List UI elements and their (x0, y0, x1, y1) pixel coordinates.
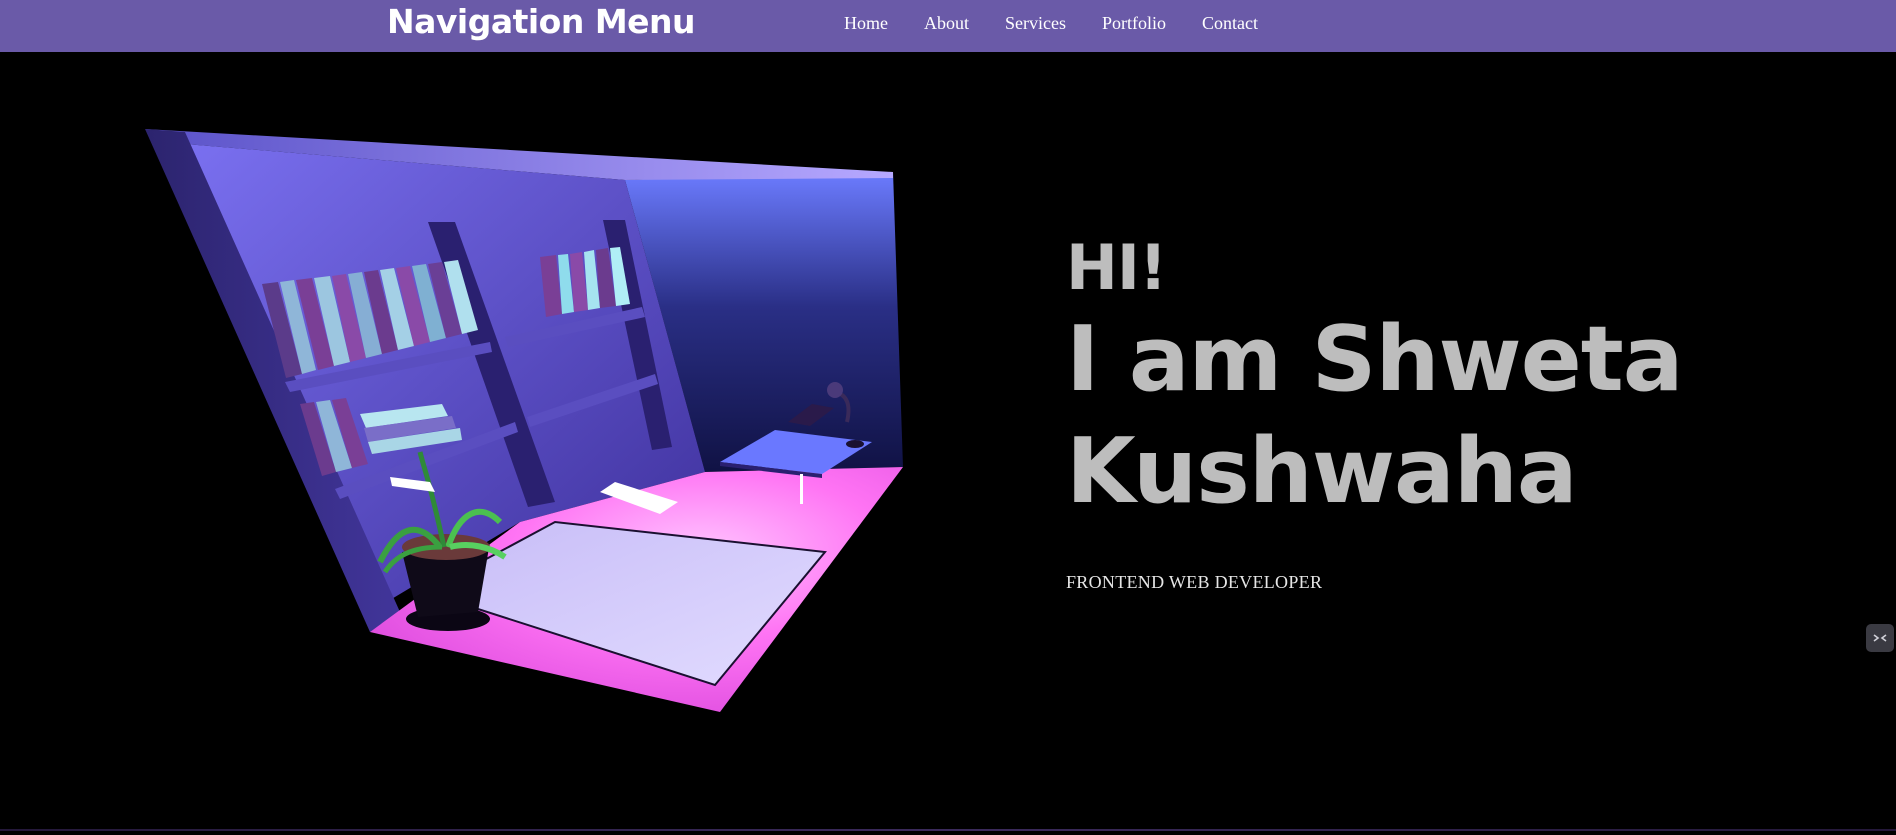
room-illustration (145, 129, 903, 712)
hero-heading: HI! I am Shweta Kushwaha (1066, 232, 1683, 528)
hero-role: FRONTEND WEB DEVELOPER (1066, 572, 1323, 592)
nav-links: Home About Services Portfolio Contact (844, 0, 1294, 46)
nav-link-contact[interactable]: Contact (1202, 13, 1258, 34)
brand-title[interactable]: Navigation Menu (387, 0, 696, 44)
nav-link-portfolio[interactable]: Portfolio (1102, 13, 1166, 34)
collapse-arrows-icon (1873, 634, 1887, 642)
navbar: Navigation Menu Home About Services Port… (0, 0, 1896, 52)
nav-link-about[interactable]: About (924, 13, 969, 34)
nav-link-home[interactable]: Home (844, 13, 888, 34)
hero-name-line-2: Kushwaha (1066, 419, 1578, 524)
hero-name-line-1: I am Shweta (1066, 307, 1683, 412)
collapse-widget-button[interactable] (1866, 624, 1894, 652)
hero-greeting: HI! (1066, 231, 1167, 304)
bottom-divider (0, 829, 1896, 831)
nav-link-services[interactable]: Services (1005, 13, 1066, 34)
